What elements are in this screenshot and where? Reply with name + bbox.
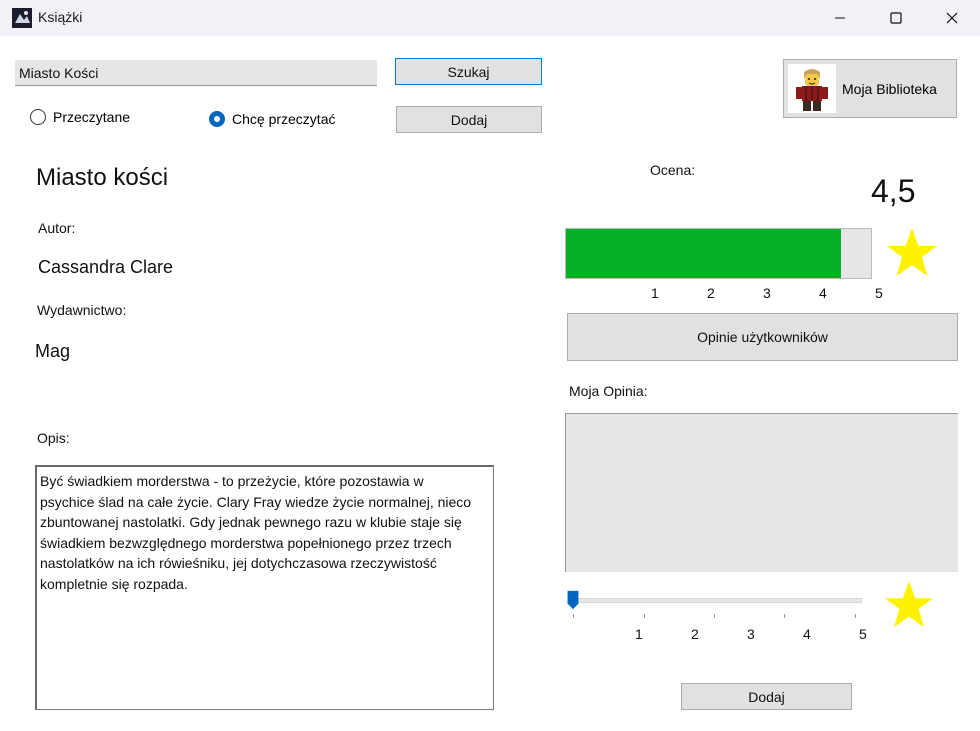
my-rating-star-icon (884, 580, 934, 628)
my-rating-scale-label: 3 (747, 626, 755, 642)
slider-tick (644, 614, 645, 618)
my-library-label: Moja Biblioteka (842, 81, 937, 97)
description-line: Być świadkiem morderstwa - to przeżycie,… (40, 473, 424, 489)
slider-tick (855, 614, 856, 618)
rating-label: Ocena: (650, 162, 696, 178)
minimize-button[interactable] (812, 0, 868, 36)
publisher-label: Wydawnictwo: (37, 302, 127, 318)
slider-tick (714, 614, 715, 618)
slider-tick (784, 614, 785, 618)
book-title: Miasto kości (36, 164, 169, 191)
add-opinion-button[interactable]: Dodaj (681, 683, 852, 710)
author-label: Autor: (38, 220, 76, 236)
user-reviews-button[interactable]: Opinie użytkowników (567, 313, 958, 361)
radio-read-label: Przeczytane (53, 109, 131, 125)
add-status-button[interactable]: Dodaj (396, 106, 542, 133)
my-rating-slider-track[interactable] (573, 598, 862, 603)
search-button[interactable]: Szukaj (395, 58, 542, 85)
description-line: nastolatków na ich rówieśniku, jej dotyc… (40, 555, 437, 571)
my-library-button[interactable]: Moja Biblioteka (783, 59, 957, 118)
my-rating-scale-label: 4 (803, 626, 811, 642)
rating-scale-label: 4 (819, 285, 827, 301)
rating-progress-fill (566, 229, 841, 278)
description-line: kompletnie się rozpada. (40, 575, 188, 592)
radio-want-to-read[interactable]: Chcę przeczytać (209, 111, 335, 127)
radio-read-indicator[interactable] (30, 109, 46, 125)
close-button[interactable] (924, 0, 980, 36)
rating-scale-label: 5 (875, 285, 883, 301)
my-rating-scale-label: 5 (859, 626, 867, 642)
radio-want-to-read-label: Chcę przeczytać (232, 111, 336, 127)
publisher-value: Mag (35, 341, 71, 361)
description-line: psychice ślad na całe życie. Clary Fray … (40, 493, 472, 510)
rating-scale-label: 2 (707, 285, 715, 301)
my-rating-scale-label: 1 (635, 626, 643, 642)
avatar (788, 64, 836, 113)
rating-scale-label: 1 (651, 285, 659, 301)
window-title: Książki (38, 9, 83, 25)
description-textbox[interactable]: Być świadkiem morderstwa - to przeżycie,… (35, 465, 494, 710)
radio-want-to-read-indicator[interactable] (209, 111, 225, 127)
description-line: zbuntowanej nastolatki. Gdy jednak pewne… (40, 514, 462, 530)
my-opinion-label: Moja Opinia: (569, 383, 648, 399)
author-value: Cassandra Clare (38, 257, 174, 277)
my-rating-scale-label: 2 (691, 626, 699, 642)
my-opinion-textbox[interactable] (565, 413, 958, 572)
rating-progress-bar (565, 228, 872, 279)
radio-read[interactable]: Przeczytane (30, 109, 130, 125)
rating-value: 4,5 (871, 173, 916, 209)
description-label: Opis: (37, 430, 70, 446)
slider-tick (573, 614, 574, 618)
maximize-button[interactable] (868, 0, 924, 36)
my-rating-slider-thumb[interactable] (566, 590, 580, 610)
rating-star-icon (887, 228, 937, 276)
title-bar: Książki (0, 0, 980, 36)
search-input[interactable]: Miasto Kości (15, 60, 377, 86)
rating-scale-label: 3 (763, 285, 771, 301)
app-icon (12, 8, 32, 28)
description-line: świadkiem bezwzględnego morderstwa popeł… (40, 534, 452, 551)
